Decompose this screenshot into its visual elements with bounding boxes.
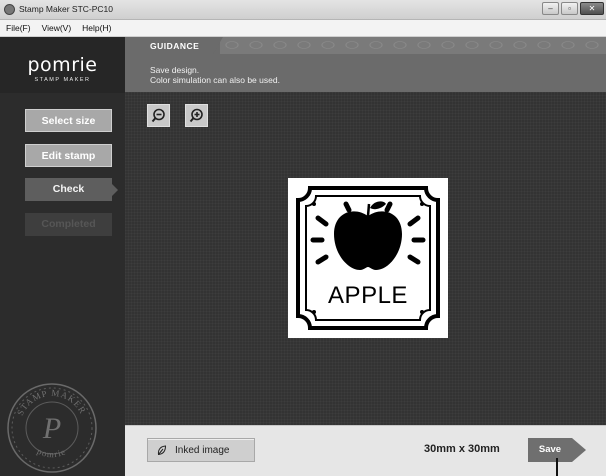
apple-icon (334, 201, 402, 270)
close-icon[interactable]: ✕ (580, 2, 604, 15)
sidebar: pomrie STAMP MAKER Select size Edit stam… (0, 37, 125, 476)
zoom-out-icon (151, 108, 165, 123)
title-bar: Stamp Maker STC-PC10 – ▫ ✕ (0, 0, 606, 20)
zoom-in-icon (189, 108, 203, 123)
app-icon (4, 4, 15, 15)
guidance-label: GUIDANCE (125, 37, 220, 54)
callout-line (556, 458, 558, 476)
logo: pomrie STAMP MAKER (0, 37, 125, 93)
zoom-in-button[interactable] (185, 104, 208, 127)
pomrie-seal-logo: STAMP MAKER pomrie P (7, 383, 97, 473)
guidance-text-1: Save design. (150, 65, 200, 75)
save-arrow-icon (572, 438, 586, 462)
inked-image-button[interactable]: Inked image (147, 438, 255, 462)
bottom-bar: Inked image 30mm x 30mm Save (125, 425, 606, 476)
leaf-icon (157, 444, 167, 455)
stamp-preview: APPLE (288, 178, 448, 338)
guidance-text-2: Color simulation can also be used. (150, 75, 280, 85)
stamp-frame-graphic (296, 186, 440, 330)
window-controls: – ▫ ✕ (542, 2, 604, 15)
step-edit-stamp[interactable]: Edit stamp (25, 144, 112, 167)
stamp-preview-canvas: APPLE (125, 92, 606, 425)
step-completed: Completed (25, 213, 112, 236)
step-select-size[interactable]: Select size (25, 109, 112, 132)
logo-tagline: STAMP MAKER (34, 77, 91, 83)
logo-brand: pomrie (27, 54, 98, 76)
save-button[interactable]: Save (528, 438, 572, 462)
stamp-text: APPLE (328, 282, 408, 309)
svg-text:P: P (42, 412, 61, 445)
inked-image-label: Inked image (175, 444, 230, 456)
svg-text:pomrie: pomrie (36, 446, 68, 459)
menu-bar: File(F) View(V) Help(H) (0, 20, 606, 37)
menu-view[interactable]: View(V) (42, 23, 72, 33)
guidance-tab-notch (213, 37, 223, 54)
window-title: Stamp Maker STC-PC10 (19, 4, 113, 14)
step-check[interactable]: Check (25, 178, 112, 201)
minimize-icon[interactable]: – (542, 2, 559, 15)
guidance-panel: GUIDANCE Save design. Color simulation c… (125, 37, 606, 92)
menu-file[interactable]: File(F) (6, 23, 31, 33)
zoom-out-button[interactable] (147, 104, 170, 127)
stamp-size-label: 30mm x 30mm (424, 443, 500, 455)
guidance-pattern (220, 37, 606, 54)
menu-help[interactable]: Help(H) (82, 23, 111, 33)
current-step-arrow-icon (112, 184, 118, 196)
maximize-icon[interactable]: ▫ (561, 2, 578, 15)
